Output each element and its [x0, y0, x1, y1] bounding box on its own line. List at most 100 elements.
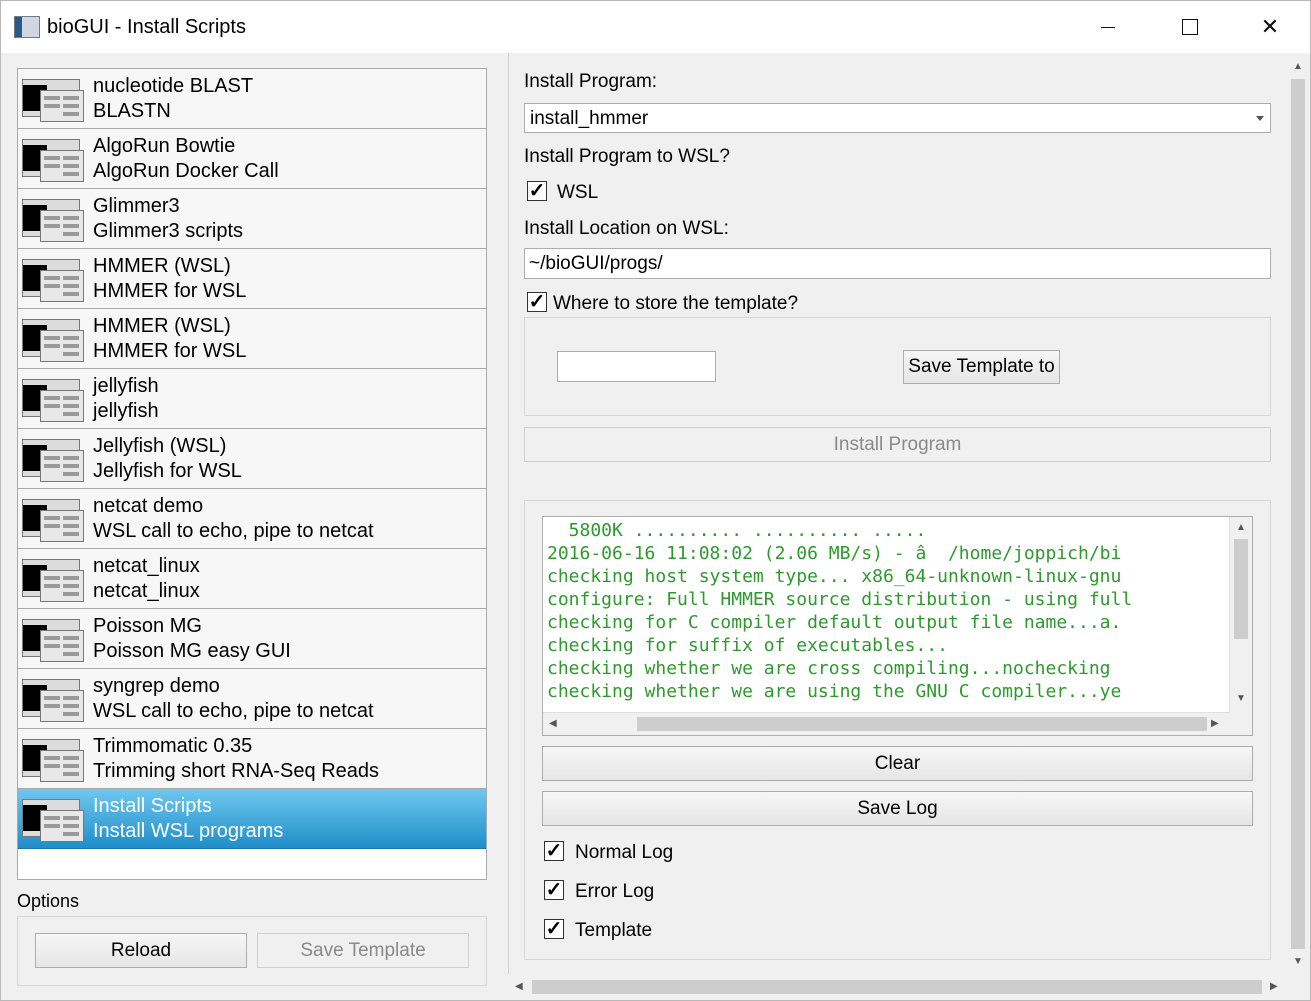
log-line: checking for C compiler default output f… [547, 612, 1122, 633]
script-list-item[interactable]: HMMER (WSL) HMMER for WSL [18, 309, 486, 369]
script-name: syngrep demo [93, 675, 220, 697]
app-window: bioGUI - Install Scripts ✕ nucleotide BL… [0, 0, 1311, 1001]
panel-vertical-scrollbar[interactable]: ▲ ▼ [1286, 53, 1310, 974]
script-list-item[interactable]: nucleotide BLAST BLASTN [18, 69, 486, 129]
template-log-checkbox[interactable]: ✓ [544, 919, 564, 939]
install-location-input[interactable]: ~/bioGUI/progs/ [524, 248, 1271, 279]
script-thumbnail-icon [22, 139, 84, 182]
script-name: jellyfish [93, 375, 159, 397]
script-thumbnail-icon [22, 559, 84, 602]
scroll-left-icon[interactable]: ◀ [549, 718, 557, 729]
script-description: AlgoRun Docker Call [93, 160, 279, 182]
scroll-down-icon[interactable]: ▼ [1236, 693, 1246, 704]
script-thumbnail-icon [22, 379, 84, 422]
wsl-question-label: Install Program to WSL? [524, 146, 730, 167]
log-vertical-scrollbar[interactable]: ▲ ▼ [1229, 517, 1252, 713]
script-description: BLASTN [93, 100, 171, 122]
scroll-right-icon[interactable]: ▶ [1270, 981, 1278, 992]
script-description: Glimmer3 scripts [93, 220, 244, 242]
chevron-down-icon [1256, 116, 1264, 121]
install-program-select[interactable]: install_hmmer [524, 103, 1271, 133]
script-name: HMMER (WSL) [93, 315, 231, 337]
log-output[interactable]: 5800K .......... .......... ..... 2016-06… [542, 516, 1253, 736]
panel-horizontal-thumb[interactable] [532, 980, 1262, 994]
log-horizontal-thumb[interactable] [637, 717, 1207, 731]
script-thumbnail-icon [22, 199, 84, 242]
log-line: 5800K .......... .......... ..... [547, 520, 927, 541]
normal-log-checkbox[interactable]: ✓ [544, 841, 564, 861]
script-description: netcat_linux [93, 580, 200, 602]
save-template-button[interactable]: Save Template [257, 933, 469, 968]
options-group: Reload Save Template [17, 916, 487, 986]
script-name: Install Scripts [93, 795, 212, 817]
script-thumbnail-icon [22, 319, 84, 362]
log-line: configure: Full HMMER source distributio… [547, 589, 1133, 610]
panel-horizontal-scrollbar[interactable]: ◀ ▶ [508, 974, 1286, 1000]
script-list-item[interactable]: Glimmer3 Glimmer3 scripts [18, 189, 486, 249]
template-path-input[interactable] [557, 351, 716, 382]
clear-log-button[interactable]: Clear [542, 746, 1253, 781]
script-name: netcat_linux [93, 555, 200, 577]
script-description: HMMER for WSL [93, 280, 247, 302]
maximize-button[interactable] [1149, 1, 1231, 53]
script-list-item[interactable]: Trimmomatic 0.35 Trimming short RNA-Seq R… [18, 729, 486, 789]
error-log-checkbox[interactable]: ✓ [544, 880, 564, 900]
script-list-item[interactable]: AlgoRun Bowtie AlgoRun Docker Call [18, 129, 486, 189]
reload-button[interactable]: Reload [35, 933, 247, 968]
scroll-left-icon[interactable]: ◀ [515, 981, 523, 992]
install-program-value: install_hmmer [530, 108, 649, 129]
script-name: Poisson MG [93, 615, 202, 637]
script-name: nucleotide BLAST [93, 75, 254, 97]
script-list-item[interactable]: Jellyfish (WSL) Jellyfish for WSL [18, 429, 486, 489]
install-location-label: Install Location on WSL: [524, 218, 729, 239]
script-thumbnail-icon [22, 79, 84, 122]
script-thumbnail-icon [22, 259, 84, 302]
scroll-up-icon[interactable]: ▲ [1236, 522, 1246, 533]
script-list-item[interactable]: syngrep demo WSL call to echo, pipe to ne… [18, 669, 486, 729]
script-list[interactable]: nucleotide BLAST BLASTN AlgoRun Bowtie Algo… [17, 68, 487, 880]
scroll-down-icon[interactable]: ▼ [1293, 956, 1303, 967]
log-vertical-thumb[interactable] [1234, 539, 1248, 639]
log-horizontal-scrollbar[interactable]: ◀ ▶ [543, 712, 1230, 735]
script-description: Jellyfish for WSL [93, 460, 242, 482]
scroll-up-icon[interactable]: ▲ [1293, 61, 1303, 72]
log-line: checking for suffix of executables... [547, 635, 948, 656]
template-log-label: Template [575, 920, 653, 941]
minimize-button[interactable] [1067, 1, 1149, 53]
log-line: checking whether we are cross compiling.… [547, 658, 1111, 679]
script-name: netcat demo [93, 495, 204, 517]
wsl-checkbox[interactable]: ✓ [527, 181, 547, 201]
biogui-app-icon [14, 16, 40, 38]
maximize-icon [1182, 19, 1198, 35]
normal-log-label: Normal Log [575, 842, 674, 863]
script-list-item[interactable]: netcat demo WSL call to echo, pipe to net… [18, 489, 486, 549]
script-list-item[interactable]: HMMER (WSL) HMMER for WSL [18, 249, 486, 309]
install-program-button[interactable]: Install Program [524, 427, 1271, 462]
script-description: Trimming short RNA-Seq Reads [93, 760, 380, 782]
template-checkbox-label: Where to store the template? [553, 293, 799, 314]
log-line: checking host system type... x86_64-unkn… [547, 566, 1122, 587]
script-thumbnail-icon [22, 799, 84, 842]
script-thumbnail-icon [22, 679, 84, 722]
script-list-item[interactable]: Poisson MG Poisson MG easy GUI [18, 609, 486, 669]
save-template-to-button[interactable]: Save Template to [903, 350, 1060, 384]
save-log-button[interactable]: Save Log [542, 791, 1253, 826]
log-lines: 5800K .......... .......... ..... 2016-06… [547, 519, 1227, 703]
install-program-label: Install Program: [524, 71, 658, 92]
scroll-right-icon[interactable]: ▶ [1211, 718, 1219, 729]
script-thumbnail-icon [22, 499, 84, 542]
title-bar: bioGUI - Install Scripts ✕ [1, 1, 1310, 53]
close-button[interactable]: ✕ [1229, 1, 1310, 53]
script-description: HMMER for WSL [93, 340, 247, 362]
script-list-item[interactable]: jellyfish jellyfish [18, 369, 486, 429]
script-description: Install WSL programs [93, 820, 284, 842]
script-list-item[interactable]: Install Scripts Install WSL programs [18, 789, 486, 849]
log-line: checking whether we are using the GNU C … [547, 681, 1122, 702]
script-description: WSL call to echo, pipe to netcat [93, 520, 374, 542]
script-description: Poisson MG easy GUI [93, 640, 291, 662]
script-list-item[interactable]: netcat_linux netcat_linux [18, 549, 486, 609]
script-name: Jellyfish (WSL) [93, 435, 227, 457]
window-title: bioGUI - Install Scripts [47, 16, 246, 38]
panel-vertical-thumb[interactable] [1291, 79, 1305, 949]
template-checkbox[interactable]: ✓ [527, 292, 547, 312]
